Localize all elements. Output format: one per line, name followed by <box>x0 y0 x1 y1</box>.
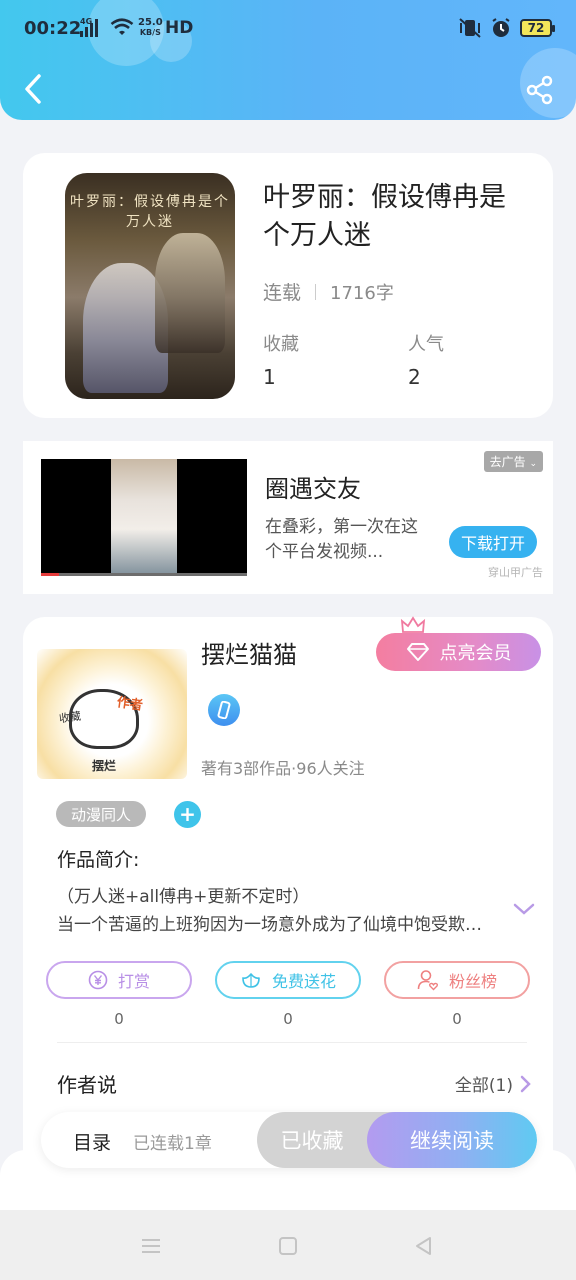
avatar-text: 摆烂 <box>92 759 117 773</box>
yen-coin-icon <box>88 970 108 990</box>
menu-nav-button[interactable] <box>137 1232 165 1260</box>
view-all-link[interactable]: 全部(1) <box>455 1071 531 1096</box>
cover-title-text: 叶罗丽：假设傅冉是个万人迷 <box>70 194 230 230</box>
home-nav-button[interactable] <box>274 1232 302 1260</box>
pen-icon <box>217 701 231 719</box>
cover-figure <box>155 233 225 353</box>
chevron-right-icon <box>520 1075 531 1092</box>
share-icon <box>526 75 553 105</box>
system-nav-bar <box>0 1210 576 1280</box>
tip-button[interactable]: 打赏 <box>46 961 192 999</box>
fan-ranking-button[interactable]: 粉丝榜 <box>384 961 530 999</box>
fans-count: 0 <box>452 1010 462 1028</box>
book-info-card: 叶罗丽：假设傅冉是个万人迷 叶罗丽：假设傅冉是个万人迷 连载 1716字 收藏 … <box>23 153 553 418</box>
remove-ad-label: 去广告 <box>489 455 526 469</box>
ad-banner[interactable]: 圈遇交友 在叠彩，第一次在这个平台发视频... 去广告 ⌄ 下载打开 穿山甲广告 <box>23 441 553 594</box>
diamond-icon <box>406 643 429 661</box>
ad-download-button[interactable]: 下载打开 <box>449 526 537 558</box>
ad-source: 穿山甲广告 <box>488 566 543 579</box>
status-right: 72 <box>458 17 555 39</box>
word-count: 1716字 <box>330 282 394 304</box>
ad-title: 圈遇交友 <box>265 475 361 503</box>
back-triangle-icon <box>416 1237 431 1255</box>
wifi-icon <box>110 18 134 35</box>
vip-button-label: 点亮会员 <box>439 643 512 664</box>
author-card: 收藏 作者 摆烂 摆烂猫猫 点亮会员 著有3部作品·96人关注 动漫同人 + 作… <box>23 616 553 1177</box>
ad-description: 在叠彩，第一次在这个平台发视频... <box>265 517 418 562</box>
divider <box>57 1042 527 1043</box>
activate-vip-button[interactable]: 点亮会员 <box>376 633 541 671</box>
favorites-label: 收藏 <box>263 334 299 355</box>
add-tag-button[interactable]: + <box>174 801 201 828</box>
fans-label: 粉丝榜 <box>448 972 497 991</box>
ad-video[interactable] <box>41 459 247 576</box>
view-all-label: 全部(1) <box>454 1076 513 1096</box>
intro-label: 作品简介: <box>57 849 140 871</box>
popularity-label: 人气 <box>408 334 444 355</box>
author-stats: 著有3部作品·96人关注 <box>201 759 365 778</box>
back-button[interactable] <box>18 72 48 106</box>
mute-vibrate-icon <box>459 18 481 38</box>
speed-unit: KB/S <box>139 28 161 37</box>
author-badge-icon <box>208 694 240 726</box>
divider <box>315 283 317 300</box>
back-nav-button[interactable] <box>410 1232 438 1260</box>
fan-user-icon <box>417 970 439 991</box>
chevron-down-icon[interactable] <box>511 899 537 919</box>
avatar-text: 作者 <box>115 695 144 714</box>
chevron-down-icon: ⌄ <box>529 459 537 469</box>
continue-reading-button[interactable]: 继续阅读 <box>367 1112 537 1168</box>
share-button[interactable] <box>522 72 558 108</box>
alarm-icon <box>492 18 510 37</box>
genre-tag[interactable]: 动漫同人 <box>56 801 146 827</box>
flower-icon <box>242 973 260 988</box>
book-title: 叶罗丽：假设傅冉是个万人迷 <box>263 182 506 251</box>
flower-count: 0 <box>283 1010 293 1028</box>
header: 00:22 4G 25.0 KB/S HD 72 <box>0 0 576 120</box>
bottom-action-bar: 目录 已连载1章 已收藏 继续阅读 <box>41 1112 537 1168</box>
tip-label: 打赏 <box>117 972 150 991</box>
popularity-value: 2 <box>408 365 421 389</box>
flower-label: 免费送花 <box>271 972 336 991</box>
ad-video-frame <box>111 459 177 576</box>
send-flower-button[interactable]: 免费送花 <box>215 961 361 999</box>
collected-label: 已收藏 <box>280 1129 344 1153</box>
battery-icon: 72 <box>520 19 555 37</box>
hd-indicator: HD <box>165 18 194 38</box>
home-square-icon <box>279 1237 297 1255</box>
intro-line: （万人迷+all傅冉+更新不定时） <box>57 887 310 907</box>
chapter-count[interactable]: 已连载1章 <box>133 1129 212 1154</box>
chevron-left-icon <box>25 74 41 104</box>
author-says-heading: 作者说 <box>57 1073 117 1097</box>
favorites-value: 1 <box>263 365 276 389</box>
ad-video-progress <box>41 573 247 576</box>
remove-ad-button[interactable]: 去广告 ⌄ <box>483 451 543 472</box>
book-meta: 连载 1716字 <box>263 278 394 305</box>
menu-icon <box>142 1239 160 1253</box>
network-speed: 25.0 KB/S <box>138 18 163 38</box>
avatar-text: 收藏 <box>58 709 82 726</box>
status-bar: 00:22 4G 25.0 KB/S HD 72 <box>0 0 576 58</box>
network-type: 4G <box>80 17 93 26</box>
status-time: 00:22 <box>24 18 82 39</box>
signal-icon: 4G <box>80 17 98 37</box>
intro-line: 当一个苦逼的上班狗因为一场意外成为了仙境中饱受欺凌的... <box>57 915 497 935</box>
toc-button[interactable]: 目录 <box>73 1128 111 1155</box>
book-status: 连载 <box>263 282 302 304</box>
speed-value: 25.0 <box>138 17 163 28</box>
crown-icon <box>400 616 426 633</box>
author-avatar[interactable]: 收藏 作者 摆烂 <box>37 649 187 779</box>
intro-text[interactable]: （万人迷+all傅冉+更新不定时） 当一个苦逼的上班狗因为一场意外成为了仙境中饱… <box>57 883 497 939</box>
book-cover[interactable]: 叶罗丽：假设傅冉是个万人迷 <box>65 173 235 399</box>
tip-count: 0 <box>114 1010 124 1028</box>
author-name[interactable]: 摆烂猫猫 <box>201 635 297 670</box>
